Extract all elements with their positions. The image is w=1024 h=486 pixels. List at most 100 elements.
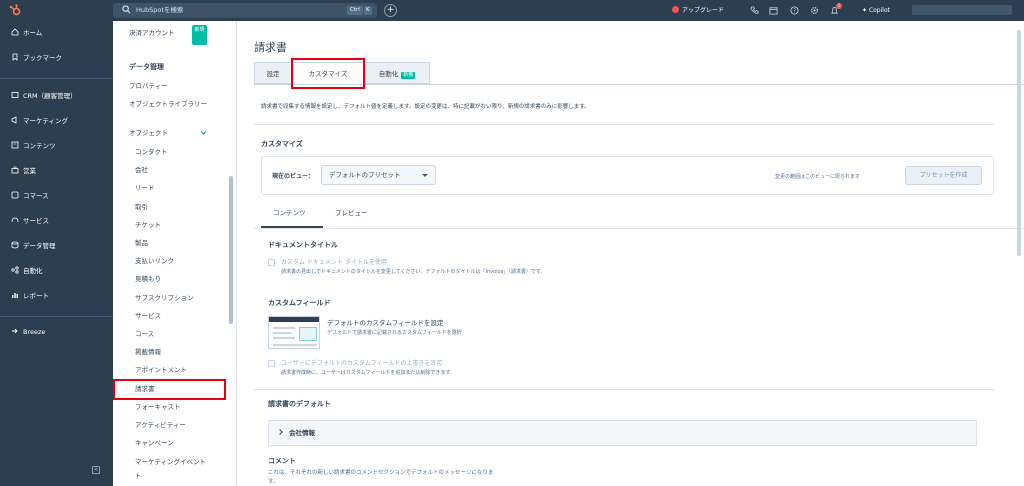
- nav-home[interactable]: ホーム: [11, 27, 42, 39]
- copilot-label: Copilot: [868, 7, 890, 14]
- nav-bookmark-label: ブックマーク: [23, 54, 62, 62]
- nav-data-management[interactable]: データ管理: [11, 240, 56, 252]
- sidebar-item-object[interactable]: アクティビティー: [135, 419, 186, 431]
- svg-text:?: ?: [793, 9, 796, 15]
- sidebar-item-object[interactable]: 会社: [135, 164, 148, 176]
- phone-icon[interactable]: [750, 6, 759, 15]
- sidebar-item-objects[interactable]: オブジェクト: [129, 127, 168, 139]
- sidebar-item-object[interactable]: キャンペーン: [135, 437, 174, 449]
- set-default-custom-fields-link[interactable]: デフォルトのカスタムフィールドを設定: [327, 319, 443, 328]
- sidebar-item-object[interactable]: 製品: [135, 237, 148, 249]
- nav-bookmark[interactable]: ブックマーク: [11, 52, 62, 64]
- document-title-heading: ドキュメントタイトル: [268, 241, 338, 249]
- sidebar-item-object[interactable]: 取引: [135, 201, 148, 213]
- upgrade-button[interactable]: アップグレード: [672, 5, 724, 16]
- commerce-icon: [11, 191, 19, 199]
- report-icon: [12, 293, 18, 298]
- sidebar-heading-data-management: データ管理: [129, 63, 164, 71]
- help-icon[interactable]: ?: [790, 6, 799, 15]
- marketing-icon: [11, 116, 17, 124]
- nav-crm[interactable]: CRM（顧客管理）: [11, 90, 77, 102]
- sales-icon: [11, 166, 19, 174]
- sidebar-item-object[interactable]: 見積もり: [135, 273, 161, 285]
- sidebar-scrollbar[interactable]: [229, 176, 233, 324]
- sidebar-item-object[interactable]: アポイントメント: [135, 364, 187, 376]
- nav-breeze-label: Breeze: [23, 328, 46, 336]
- comment-description: これは、それぞれの新しい請求書のコメントセクションでデフォルトのメッセージになり…: [268, 470, 494, 476]
- page-description: 請求書で収集する情報を設定し、デフォルト値を定義します。設定の変更は、特に記載が…: [261, 104, 590, 110]
- nav-sales[interactable]: 営業: [11, 165, 36, 177]
- nav-crm-label: CRM（顧客管理）: [23, 92, 77, 100]
- nav-commerce[interactable]: コマース: [11, 190, 49, 202]
- sidebar-item-object[interactable]: サブスクリプション: [135, 292, 194, 304]
- create-plus-button[interactable]: +: [384, 4, 397, 17]
- allow-override-checkbox[interactable]: [268, 360, 275, 367]
- bookmark-icon: [12, 53, 18, 61]
- sidebar-item-object[interactable]: マーケティングイベント: [135, 456, 206, 468]
- nav-divider: [0, 78, 113, 79]
- sidebar-item-object[interactable]: コンタクト: [135, 146, 168, 158]
- main-scrollbar[interactable]: [1017, 30, 1021, 256]
- nav-commerce-label: コマース: [23, 192, 49, 200]
- copilot-button[interactable]: ✦ Copilot: [862, 5, 890, 16]
- shortcut-ctrl: Ctrl: [347, 6, 363, 15]
- section-divider: [254, 124, 994, 125]
- chevron-right-icon: [277, 429, 283, 435]
- gear-icon[interactable]: [810, 6, 819, 15]
- thumb-line: [273, 337, 295, 339]
- nav-service[interactable]: サービス: [11, 215, 49, 227]
- collapse-nav-button[interactable]: <: [92, 466, 100, 474]
- main-nav: ホーム ブックマーク CRM（顧客管理） マーケティング コンテンツ 営業 コマ…: [0, 21, 113, 486]
- tab-automation-label: 自動化: [378, 70, 399, 78]
- invoice-defaults-heading: 請求書のデフォルト: [268, 400, 331, 408]
- nav-automation[interactable]: 自動化: [11, 265, 43, 277]
- nav-automation-label: 自動化: [23, 267, 43, 275]
- nav-content[interactable]: コンテンツ: [11, 140, 56, 152]
- search-input[interactable]: HubSpotを検索: [136, 5, 183, 16]
- tab-settings[interactable]: 設定: [254, 62, 292, 84]
- tab-settings-label: 設定: [266, 70, 280, 78]
- top-bar: HubSpotを検索 Ctrl K + アップグレード ? 1 ✦ Copilo…: [0, 0, 1024, 21]
- sidebar-item-object[interactable]: 掲載情報: [135, 346, 161, 358]
- sidebar-item-properties[interactable]: プロパティー: [129, 80, 168, 92]
- hubspot-logo-icon[interactable]: [9, 4, 22, 17]
- sidebar-item-object[interactable]: ト: [135, 470, 142, 482]
- tab-automation[interactable]: 自動化 新機: [364, 62, 430, 84]
- search-bar[interactable]: HubSpotを検索 Ctrl K: [113, 3, 377, 18]
- allow-override-description: 請求書作成時に、ユーザーはカスタムフィールドを追加または削除できます: [281, 370, 451, 376]
- subtab-divider: [254, 228, 1024, 229]
- custom-fields-thumbnail[interactable]: [268, 316, 320, 349]
- sidebar-item-billing-account[interactable]: 決済アカウント: [129, 27, 175, 39]
- nav-data-label: データ管理: [23, 242, 56, 250]
- sidebar-item-object[interactable]: リード: [135, 182, 155, 194]
- nav-marketing[interactable]: マーケティング: [11, 115, 68, 127]
- customize-heading: カスタマイズ: [261, 140, 303, 148]
- view-select[interactable]: デフォルトのプリセット: [321, 165, 436, 185]
- sidebar-item-object[interactable]: フォーキャスト: [135, 401, 181, 413]
- account-menu[interactable]: [912, 5, 1012, 15]
- custom-title-checkbox[interactable]: [268, 259, 275, 266]
- nav-breeze[interactable]: Breeze: [11, 326, 45, 338]
- view-select-value: デフォルトのプリセット: [329, 171, 401, 179]
- thumb-field-panel: [299, 327, 317, 341]
- chevron-down-icon[interactable]: [200, 130, 207, 136]
- current-view-label: 現在のビュー：: [272, 173, 315, 180]
- custom-title-label: カスタム ドキュメント タイトルを使用: [281, 259, 387, 266]
- sidebar-item-object[interactable]: サービス: [135, 310, 161, 322]
- sidebar-item-object[interactable]: コース: [135, 328, 154, 340]
- sidebar-item-object[interactable]: チケット: [135, 219, 161, 231]
- crm-icon: [11, 92, 19, 98]
- sidebar-objects-label: オブジェクト: [129, 129, 168, 137]
- company-info-accordion[interactable]: 会社情報: [268, 420, 977, 446]
- nav-reports[interactable]: レポート: [11, 290, 49, 302]
- sidebar-item-object[interactable]: 支払いリンク: [135, 255, 174, 267]
- marketplace-icon[interactable]: [769, 6, 778, 15]
- subtab-preview[interactable]: プレビュー: [335, 208, 368, 218]
- sidebar-item-object-library[interactable]: オブジェクトライブラリー: [129, 98, 207, 110]
- view-scope-note: 変更の範囲はこのビューに限られます: [775, 174, 861, 180]
- subtab-content[interactable]: コンテンツ: [273, 208, 306, 218]
- highlight-invoice-item: [113, 379, 226, 400]
- thumb-line: [273, 344, 317, 346]
- create-preset-button[interactable]: プリセットを作成: [905, 166, 982, 185]
- tab-new-badge: 新機: [401, 72, 416, 79]
